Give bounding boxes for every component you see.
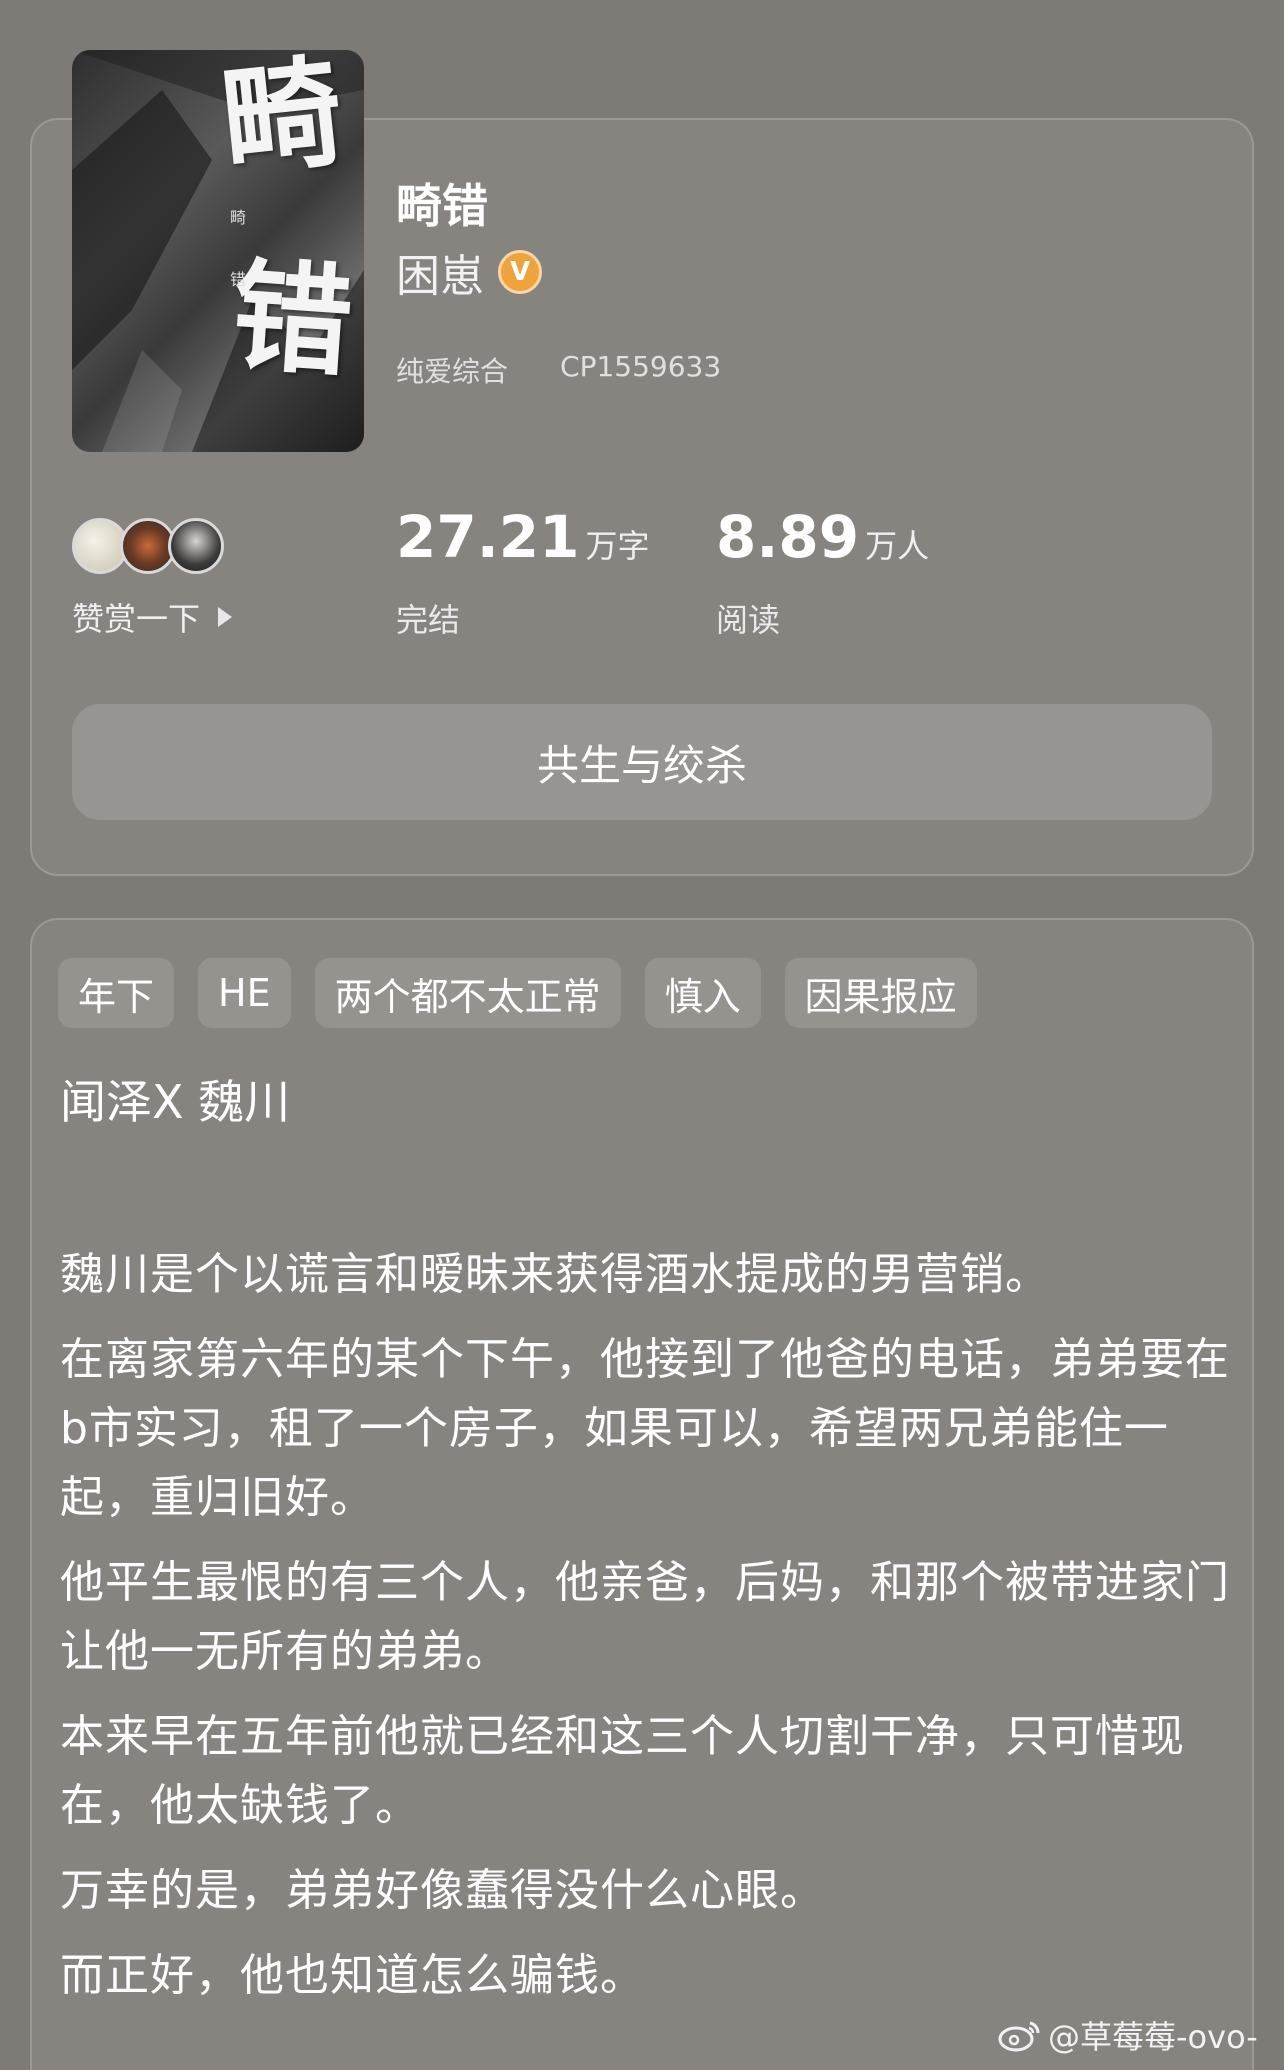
author-row[interactable]: 困崽 V bbox=[396, 240, 542, 304]
cover-small-char: 畸 bbox=[230, 208, 247, 227]
cover-title-char: 畸 bbox=[214, 50, 349, 194]
read-count-unit: 万人 bbox=[865, 527, 930, 565]
synopsis-paragraph: 本来早在五年前他就已经和这三个人切割干净，只可惜现在，他太缺钱了。 bbox=[60, 1711, 1185, 1831]
word-count-unit: 万字 bbox=[585, 527, 650, 565]
synopsis-paragraph: 万幸的是，弟弟好像蠢得没什么心眼。 bbox=[60, 1865, 825, 1916]
cover-small-char: 错 bbox=[230, 270, 247, 289]
main-tag-button[interactable]: 共生与绞杀 bbox=[72, 704, 1212, 820]
cp-pairing: 闻泽X 魏川 bbox=[60, 1075, 291, 1129]
synopsis-paragraph: 在离家第六年的某个下午，他接到了他爸的电话，弟弟要在b市实习，租了一个房子，如果… bbox=[60, 1334, 1230, 1523]
tag-chip[interactable]: 慎入 bbox=[644, 958, 761, 1028]
tip-button[interactable]: 赞赏一下 bbox=[72, 594, 233, 640]
watermark-text: @草莓莓-ovo- bbox=[1048, 2018, 1258, 2056]
word-count-value: 27.21 bbox=[396, 503, 580, 571]
synopsis-paragraph: 他平生最恨的有三个人，他亲爸，后妈，和那个被带进家门让他一无所有的弟弟。 bbox=[60, 1557, 1230, 1677]
tag-chip[interactable]: HE bbox=[198, 958, 291, 1028]
tipper-avatars[interactable] bbox=[72, 518, 224, 574]
book-cp-id: CP1559633 bbox=[560, 350, 722, 383]
synopsis-paragraph: 而正好，他也知道怎么骗钱。 bbox=[60, 1950, 645, 2001]
weibo-logo-icon bbox=[998, 2017, 1042, 2053]
synopsis-paragraph: 魏川是个以谎言和暧昧来获得酒水提成的男营销。 bbox=[60, 1249, 1050, 1300]
verified-badge-icon: V bbox=[498, 250, 542, 294]
book-cover-image[interactable]: 畸 错 畸 错 bbox=[72, 50, 364, 452]
watermark: @草莓莓-ovo- bbox=[998, 2012, 1258, 2058]
read-count-label: 阅读 bbox=[716, 601, 781, 639]
avatar bbox=[168, 518, 224, 574]
book-meta: 纯爱综合 CP1559633 bbox=[396, 350, 721, 390]
tag-list: 年下 HE 两个都不太正常 慎入 因果报应 bbox=[58, 958, 977, 1028]
book-title: 畸错 bbox=[396, 179, 488, 233]
completion-status: 完结 bbox=[396, 601, 461, 639]
play-arrow-icon bbox=[218, 607, 233, 627]
word-count-stat: 27.21 万字 完结 bbox=[396, 508, 649, 641]
author-name[interactable]: 困崽 bbox=[396, 240, 484, 304]
tag-chip[interactable]: 年下 bbox=[58, 958, 175, 1028]
tag-chip[interactable]: 两个都不太正常 bbox=[314, 958, 621, 1028]
book-category[interactable]: 纯爱综合 bbox=[396, 350, 508, 390]
tag-chip[interactable]: 因果报应 bbox=[784, 958, 977, 1028]
read-count-stat: 8.89 万人 阅读 bbox=[716, 508, 929, 641]
cover-title-char: 错 bbox=[227, 244, 357, 395]
synopsis: 魏川是个以谎言和暧昧来获得酒水提成的男营销。 在离家第六年的某个下午，他接到了他… bbox=[60, 1240, 1230, 2026]
tip-label: 赞赏一下 bbox=[72, 600, 201, 638]
read-count-value: 8.89 bbox=[716, 503, 860, 571]
